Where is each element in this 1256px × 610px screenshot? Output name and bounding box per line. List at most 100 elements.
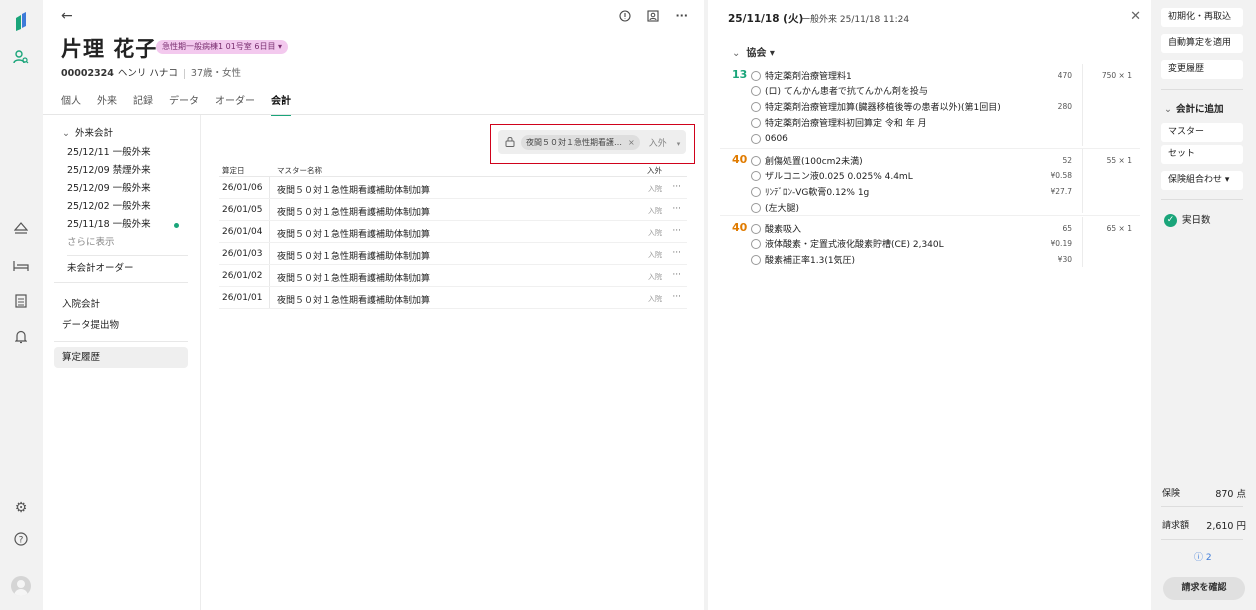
gear-icon[interactable]: ⚙ bbox=[11, 498, 31, 518]
row-more-icon[interactable]: ··· bbox=[672, 182, 681, 192]
row-more-icon[interactable]: ··· bbox=[672, 226, 681, 236]
eject-icon[interactable] bbox=[11, 218, 31, 238]
tab-outpatient[interactable]: 外来 bbox=[97, 92, 117, 116]
billing-line[interactable]: 酸素吸入 bbox=[751, 221, 801, 236]
row-more-icon[interactable]: ··· bbox=[672, 248, 681, 258]
outpatient-visit-item[interactable]: 25/12/11 一般外来 bbox=[54, 144, 188, 162]
divider bbox=[1082, 64, 1083, 146]
user-avatar[interactable] bbox=[11, 576, 31, 596]
patient-search-icon[interactable] bbox=[11, 47, 31, 67]
radio-icon[interactable] bbox=[751, 223, 761, 234]
add-to-billing-section[interactable]: ⌄ 会計に追加 bbox=[1164, 101, 1223, 115]
radio-icon[interactable] bbox=[751, 117, 761, 128]
row-more-icon[interactable]: ··· bbox=[672, 204, 681, 214]
table-row[interactable]: 26/01/06 夜間５０対１急性期看護補助体制加算 入院 ··· bbox=[219, 177, 687, 199]
document-list-icon[interactable] bbox=[11, 291, 31, 311]
billing-line[interactable]: 特定薬剤治療管理料初回算定 令和 年 月 bbox=[751, 115, 927, 130]
radio-icon[interactable] bbox=[751, 170, 761, 181]
text-cell: 入院 bbox=[648, 185, 662, 193]
master-button[interactable]: マスター bbox=[1161, 123, 1243, 142]
radio-icon[interactable] bbox=[751, 238, 761, 249]
actual-days-status: ✓ 実日数 bbox=[1164, 212, 1211, 227]
ward-badge[interactable]: 急性期一般病棟1 01号室 6日目 ▾ bbox=[156, 40, 289, 54]
billing-group: 40 創傷処置(100cm2未満) ザルコニン液0.025 0.025% 4.4… bbox=[720, 149, 1140, 216]
radio-icon[interactable] bbox=[751, 254, 761, 265]
table-row[interactable]: 26/01/01 夜間５０対１急性期看護補助体制加算 入院 ··· bbox=[219, 287, 687, 309]
divider bbox=[269, 177, 270, 198]
category-number: 13 bbox=[732, 68, 748, 81]
billing-line[interactable]: 酸素補正率1.3(1気圧) bbox=[751, 252, 855, 267]
master-filter[interactable]: 夜間５０対１急性期看護… × 入外 ▾ bbox=[498, 130, 686, 154]
text-cell: 入院 bbox=[648, 207, 662, 215]
outpatient-visit-item[interactable]: 25/11/18 一般外来 bbox=[54, 216, 188, 234]
patient-id: 00002324 bbox=[61, 68, 114, 79]
apply-auto-calc-button[interactable]: 自動算定を適用 bbox=[1161, 34, 1243, 53]
row-more-icon[interactable]: ··· bbox=[672, 270, 681, 280]
tab-records[interactable]: 記録 bbox=[133, 92, 153, 116]
text-cell: 夜間５０対１急性期看護補助体制加算 bbox=[277, 186, 431, 196]
bell-icon[interactable] bbox=[11, 327, 31, 347]
help-icon[interactable]: ? bbox=[11, 529, 31, 549]
tab-billing[interactable]: 会計 bbox=[271, 92, 291, 116]
billing-line[interactable]: ﾘﾝﾃﾞﾛﾝ-VG軟膏0.12% 1g bbox=[751, 184, 869, 199]
patient-id-line: 00002324 ヘンリ ハナコ 37歳・女性 bbox=[61, 65, 241, 79]
radio-icon[interactable] bbox=[751, 85, 761, 96]
table-row[interactable]: 26/01/02 夜間５０対１急性期看護補助体制加算 入院 ··· bbox=[219, 265, 687, 287]
close-icon[interactable]: ✕ bbox=[1130, 9, 1141, 24]
tab-orders[interactable]: オーダー bbox=[215, 92, 255, 116]
lock-icon bbox=[505, 136, 515, 149]
more-menu-icon[interactable]: ··· bbox=[675, 9, 688, 22]
divider bbox=[269, 199, 270, 220]
billing-line[interactable]: 特定薬剤治療管理加算(臓器移植後等の患者以外)(第1回目) bbox=[751, 99, 1001, 114]
divider bbox=[269, 221, 270, 242]
insurance-combo-select[interactable]: 保険組合わせ ▾ bbox=[1161, 171, 1243, 190]
billing-line[interactable]: 創傷処置(100cm2未満) bbox=[751, 153, 863, 168]
radio-icon[interactable] bbox=[751, 186, 761, 197]
bed-icon[interactable] bbox=[11, 256, 31, 276]
separator bbox=[183, 68, 185, 79]
radio-icon[interactable] bbox=[751, 155, 761, 166]
billing-side-panel: 初期化・再取込 自動算定を適用 変更履歴 ⌄ 会計に追加 マスター セット 保険組… bbox=[1155, 0, 1256, 610]
radio-icon[interactable] bbox=[751, 202, 761, 213]
unbilled-orders-item[interactable]: 未会計オーダー bbox=[54, 259, 188, 279]
data-submission-item[interactable]: データ提出物 bbox=[54, 315, 188, 336]
billing-line[interactable]: ザルコニン液0.025 0.025% 4.4mL bbox=[751, 168, 913, 183]
tab-personal[interactable]: 個人 bbox=[61, 92, 81, 116]
billing-line[interactable]: (左大腿) bbox=[751, 200, 799, 215]
outpatient-visit-item[interactable]: 25/12/09 禁煙外来 bbox=[54, 162, 188, 180]
billing-line[interactable]: (ロ) てんかん患者で抗てんかん剤を投与 bbox=[751, 83, 928, 98]
filter-chip[interactable]: 夜間５０対１急性期看護… × bbox=[521, 134, 640, 150]
back-arrow-icon[interactable]: ← bbox=[61, 8, 73, 24]
outpatient-visit-item[interactable]: 25/12/09 一般外来 bbox=[54, 180, 188, 198]
insurer-selector[interactable]: ⌄ 協会 ▾ bbox=[732, 44, 775, 59]
notice-count[interactable]: ⓘ 2 bbox=[1194, 550, 1212, 563]
billing-line[interactable]: 特定薬剤治療管理料1 bbox=[751, 68, 852, 83]
comment-icon[interactable] bbox=[619, 9, 632, 22]
show-more-link[interactable]: さらに表示 bbox=[54, 234, 188, 252]
set-button[interactable]: セット bbox=[1161, 145, 1243, 164]
table-row[interactable]: 26/01/05 夜間５０対１急性期看護補助体制加算 入院 ··· bbox=[219, 199, 687, 221]
app-logo-icon[interactable] bbox=[11, 12, 31, 32]
confirm-billing-button[interactable]: 請求を確認 bbox=[1163, 577, 1245, 600]
tab-data[interactable]: データ bbox=[169, 92, 199, 116]
radio-icon[interactable] bbox=[751, 70, 761, 81]
change-history-button[interactable]: 変更履歴 bbox=[1161, 60, 1243, 79]
radio-icon[interactable] bbox=[751, 133, 761, 144]
outpatient-visit-item[interactable]: 25/12/02 一般外来 bbox=[54, 198, 188, 216]
patient-main-pane: ← ··· 片理 花子 急性期一般病棟1 01号室 6日目 ▾ 00002324… bbox=[43, 0, 704, 610]
radio-icon[interactable] bbox=[751, 101, 761, 112]
patient-card-icon[interactable] bbox=[647, 9, 660, 22]
io-select[interactable]: 入外 ▾ bbox=[649, 136, 681, 149]
text-cell: (左大腿) bbox=[765, 204, 800, 214]
close-icon[interactable]: × bbox=[628, 138, 635, 147]
calculation-history-item[interactable]: 算定履歴 bbox=[54, 347, 188, 368]
outpatient-billing-section[interactable]: ⌄ 外来会計 bbox=[54, 124, 188, 144]
row-more-icon[interactable]: ··· bbox=[672, 292, 681, 302]
inpatient-billing-item[interactable]: 入院会計 bbox=[54, 294, 188, 315]
table-row[interactable]: 26/01/04 夜間５０対１急性期看護補助体制加算 入院 ··· bbox=[219, 221, 687, 243]
reset-reimport-button[interactable]: 初期化・再取込 bbox=[1161, 8, 1243, 27]
table-row[interactable]: 26/01/03 夜間５０対１急性期看護補助体制加算 入院 ··· bbox=[219, 243, 687, 265]
col-io-header: 入外 bbox=[647, 166, 662, 175]
billing-line[interactable]: 液体酸素・定置式液化酸素貯槽(CE) 2,340L bbox=[751, 236, 944, 251]
billing-line[interactable]: 0606 bbox=[751, 131, 788, 146]
